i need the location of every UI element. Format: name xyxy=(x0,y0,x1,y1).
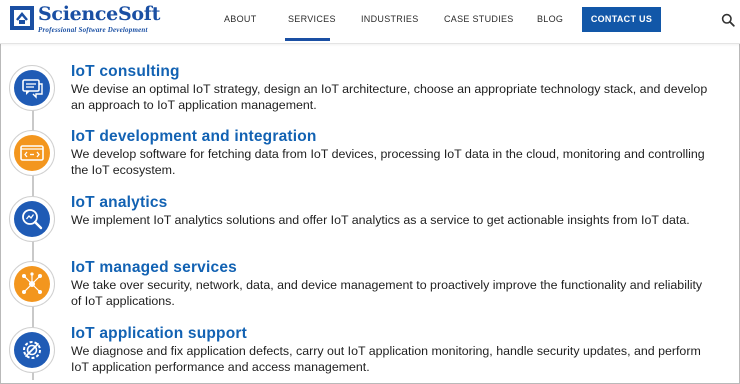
nav-active-indicator xyxy=(285,38,330,41)
service-item: IoT consulting We devise an optimal IoT … xyxy=(0,63,740,127)
service-title[interactable]: IoT consulting xyxy=(71,63,180,81)
service-icon-ring xyxy=(9,327,55,373)
service-item: IoT analytics We implement IoT analytics… xyxy=(0,194,740,258)
service-icon-ring xyxy=(9,196,55,242)
service-item: IoT development and integration We devel… xyxy=(0,128,740,192)
nav-item-case-studies[interactable]: CASE STUDIES xyxy=(444,14,514,24)
brand-name: ScienceSoft xyxy=(38,3,161,25)
service-title[interactable]: IoT managed services xyxy=(71,259,237,277)
gear-wrench-icon xyxy=(14,332,50,368)
chat-bubbles-icon xyxy=(14,70,50,106)
nav-item-blog[interactable]: BLOG xyxy=(537,14,563,24)
service-description: We take over security, network, data, an… xyxy=(71,278,703,308)
search-icon[interactable] xyxy=(721,13,735,27)
service-title[interactable]: IoT application support xyxy=(71,325,247,343)
contact-us-button[interactable]: CONTACT US xyxy=(582,7,661,32)
service-description: We diagnose and fix application defects,… xyxy=(71,344,701,374)
nav-item-services[interactable]: SERVICES xyxy=(288,14,336,24)
brand-tagline: Professional Software Development xyxy=(38,26,148,34)
service-item: IoT application support We diagnose and … xyxy=(0,325,740,384)
network-nodes-icon xyxy=(14,266,50,302)
service-icon-ring xyxy=(9,261,55,307)
service-icon-ring xyxy=(9,130,55,176)
service-icon-ring xyxy=(9,65,55,111)
nav-item-about[interactable]: ABOUT xyxy=(224,14,257,24)
service-description: We implement IoT analytics solutions and… xyxy=(71,213,690,227)
nav-item-industries[interactable]: INDUSTRIES xyxy=(361,14,419,24)
service-item: IoT managed services We take over securi… xyxy=(0,259,740,323)
logo[interactable]: ScienceSoft Professional Software Develo… xyxy=(8,3,168,39)
service-description: We devise an optimal IoT strategy, desig… xyxy=(71,82,708,112)
service-description: We develop software for fetching data fr… xyxy=(71,147,705,177)
code-window-icon xyxy=(14,135,50,171)
magnifier-chart-icon xyxy=(14,201,50,237)
site-header: ScienceSoft Professional Software Develo… xyxy=(0,0,740,44)
service-title[interactable]: IoT analytics xyxy=(71,194,168,212)
service-title[interactable]: IoT development and integration xyxy=(71,128,317,146)
logo-mark-icon xyxy=(10,6,34,30)
